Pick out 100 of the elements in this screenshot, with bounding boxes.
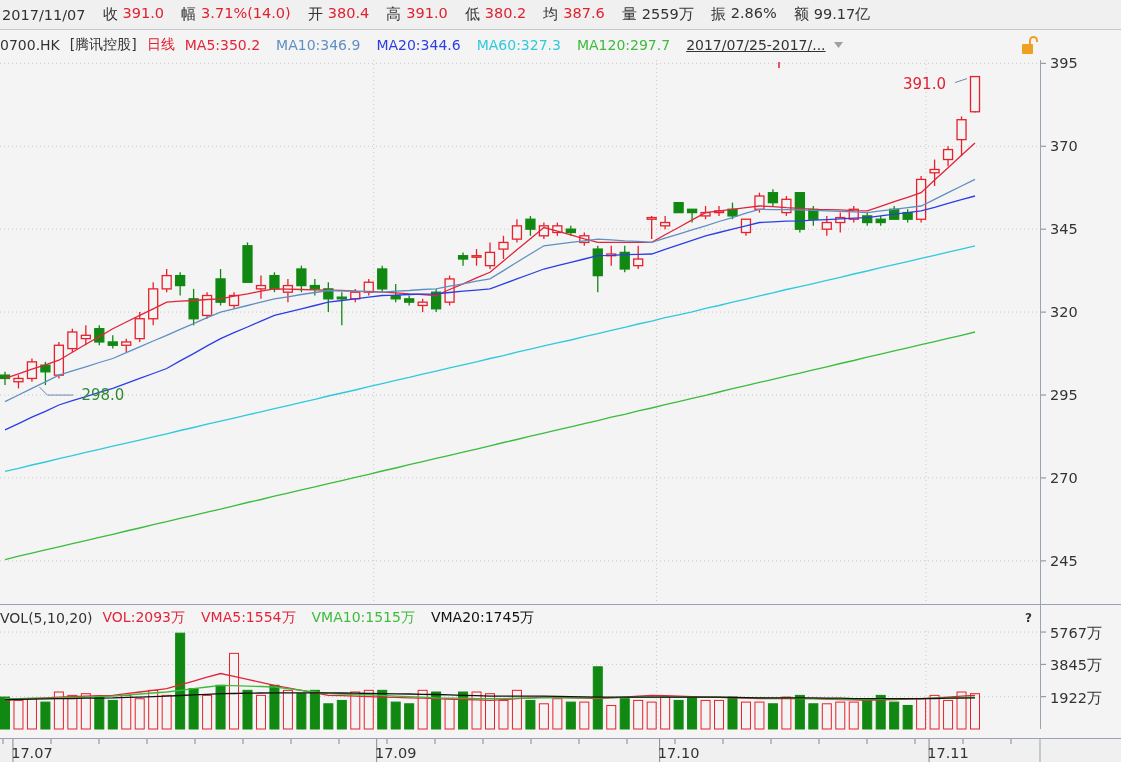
- candlestick: [565, 225, 576, 237]
- candlestick: [67, 328, 78, 353]
- volume-bar: [0, 696, 10, 730]
- candlestick: [471, 248, 482, 267]
- volume-bar: [215, 684, 226, 730]
- volume-bar: [754, 701, 765, 730]
- quote-label: 开: [307, 5, 323, 24]
- quote-value: 2.86%: [730, 5, 777, 23]
- volume-value: VMA5:1554万: [201, 609, 296, 627]
- candlestick: [0, 371, 11, 386]
- candlestick: [646, 215, 657, 240]
- quote-value: 2559万: [641, 5, 694, 24]
- period-label: 日线: [146, 36, 175, 54]
- candlestick: [161, 268, 172, 293]
- candlestick: [673, 202, 684, 214]
- volume-bar: [121, 694, 132, 730]
- lock-icon[interactable]: [1022, 36, 1038, 54]
- help-button[interactable]: ?: [1025, 611, 1032, 625]
- volume-bar: [377, 689, 388, 730]
- volume-bar: [929, 694, 940, 730]
- candlestick: [889, 205, 900, 220]
- volume-bar: [336, 699, 347, 730]
- volume-bar: [714, 699, 725, 730]
- candlestick: [619, 245, 630, 273]
- candlestick: [201, 291, 213, 320]
- quote-value: 99.17亿: [813, 5, 871, 24]
- candlestick: [53, 341, 65, 380]
- candlestick: [323, 281, 334, 313]
- volume-bar: [794, 694, 805, 730]
- quote-label: 振: [710, 5, 726, 24]
- candlestick: [915, 175, 927, 224]
- volume-bar: [538, 703, 549, 730]
- caret-icon[interactable]: [833, 42, 843, 48]
- candlestick: [444, 274, 455, 307]
- candlestick: [336, 291, 347, 326]
- moving-average-value: MA10:346.9: [276, 37, 361, 53]
- volume-bar: [269, 684, 280, 730]
- volume-bar: [970, 693, 980, 730]
- candlestick: [242, 241, 253, 283]
- volume-bar: [808, 703, 819, 730]
- volume-bar: [673, 699, 684, 730]
- low-price-label: 298.0: [81, 386, 125, 405]
- quote-date: 2017/11/07: [2, 6, 86, 23]
- date-tick-label: 17.09: [374, 745, 417, 761]
- candlestick: [929, 158, 940, 187]
- candlestick: [552, 221, 563, 237]
- volume-bar: [862, 698, 873, 730]
- volume-bar: [67, 694, 78, 730]
- moving-average-value: MA20:344.6: [376, 37, 461, 53]
- volume-bar: [417, 689, 428, 730]
- volume-tick-label: 5767万: [1050, 625, 1102, 642]
- volume-bar: [444, 698, 455, 730]
- volume-bar: [700, 699, 711, 730]
- volume-bar: [565, 701, 576, 730]
- volume-bar: [916, 698, 927, 730]
- candlestick: [80, 324, 91, 346]
- candlestick: [848, 205, 859, 224]
- candlestick: [309, 278, 320, 297]
- candlestick: [417, 298, 428, 313]
- volume-bar: [363, 689, 374, 730]
- date-tick-label: 17.07: [11, 745, 53, 761]
- volume-bar: [282, 689, 293, 730]
- candlestick: [94, 324, 105, 346]
- volume-bar: [552, 698, 563, 730]
- candlestick: [606, 245, 617, 267]
- candlestick: [525, 215, 536, 237]
- quote-value: 391.0: [406, 5, 448, 23]
- candlestick: [740, 218, 752, 237]
- volume-bar: [687, 696, 698, 730]
- candlestick: [430, 288, 442, 313]
- volume-tick-label: 1922万: [1050, 689, 1102, 706]
- quote-value: 380.2: [484, 5, 527, 23]
- volume-bar: [94, 696, 105, 730]
- volume-bar: [619, 698, 630, 730]
- candlestick: [781, 195, 792, 217]
- volume-bar: [404, 703, 415, 730]
- candlestick: [107, 334, 118, 350]
- volume-value: VOL:2093万: [102, 609, 185, 627]
- candlestick: [821, 215, 832, 237]
- candlestick: [835, 211, 846, 234]
- quote-label: 幅: [181, 5, 197, 24]
- volume-bar: [525, 699, 536, 730]
- volume-bar: [202, 694, 213, 730]
- volume-bar: [660, 696, 671, 730]
- volume-value: VMA20:1745万: [430, 609, 535, 627]
- stock-name: [腾讯控股]: [69, 36, 137, 54]
- candlestick: [794, 192, 805, 234]
- date-range-dropdown[interactable]: 2017/07/25-2017/...: [686, 37, 826, 53]
- quote-value: 391.0: [122, 5, 165, 23]
- volume-bar: [296, 693, 307, 730]
- candlestick: [956, 115, 967, 157]
- volume-bar: [107, 699, 118, 730]
- high-price-label: 391.0: [903, 74, 946, 93]
- candlestick: [350, 288, 361, 303]
- price-tick-label: 270: [1050, 469, 1078, 486]
- volume-bar: [13, 699, 24, 730]
- volume-bar: [956, 691, 967, 730]
- volume-bar: [350, 691, 361, 730]
- volume-bar: [781, 696, 792, 730]
- candlestick: [767, 188, 779, 207]
